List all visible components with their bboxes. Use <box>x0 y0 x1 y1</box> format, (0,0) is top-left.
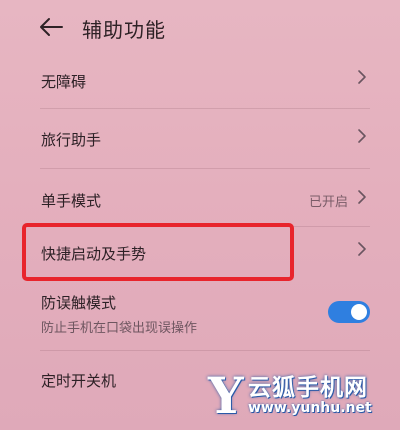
menu-item-label: 旅行助手 <box>41 131 102 149</box>
status-text: 已开启 <box>308 195 348 210</box>
watermark-site-name: 云狐手机网 <box>248 375 368 401</box>
back-arrow-icon[interactable] <box>38 16 64 38</box>
menu-item-label: 无障碍 <box>41 73 87 91</box>
menu-item-one-hand-mode[interactable]: 单手模式 已开启 <box>0 170 400 224</box>
chevron-right-icon <box>358 129 366 143</box>
menu-item-label: 单手模式 <box>41 192 102 210</box>
chevron-right-icon <box>358 70 366 84</box>
divider <box>40 350 370 351</box>
menu-item-label: 防误触模式 <box>41 294 117 312</box>
app-header: 辅助功能 <box>0 0 400 56</box>
divider <box>40 168 370 169</box>
menu-item-label: 定时开关机 <box>41 372 117 390</box>
page-title: 辅助功能 <box>82 18 166 42</box>
pocket-mode-toggle[interactable] <box>328 301 370 323</box>
watermark-y-letter: Y <box>208 366 244 425</box>
chevron-right-icon <box>358 242 366 256</box>
menu-item-travel-assistant[interactable]: 旅行助手 <box>0 110 400 164</box>
menu-item-description: 防止手机在口袋出现误操作 <box>41 321 198 336</box>
toggle-knob <box>351 304 367 320</box>
watermark-logo: Y 云狐手机网 www.yunhu.net <box>204 366 394 425</box>
menu-item-accessibility[interactable]: 无障碍 <box>0 54 400 108</box>
divider <box>40 108 370 109</box>
chevron-right-icon <box>358 190 366 204</box>
watermark-url: www.yunhu.net <box>248 400 372 416</box>
highlight-box <box>22 223 294 281</box>
menu-item-pocket-mode[interactable]: 防误触模式 防止手机在口袋出现误操作 <box>0 286 400 344</box>
